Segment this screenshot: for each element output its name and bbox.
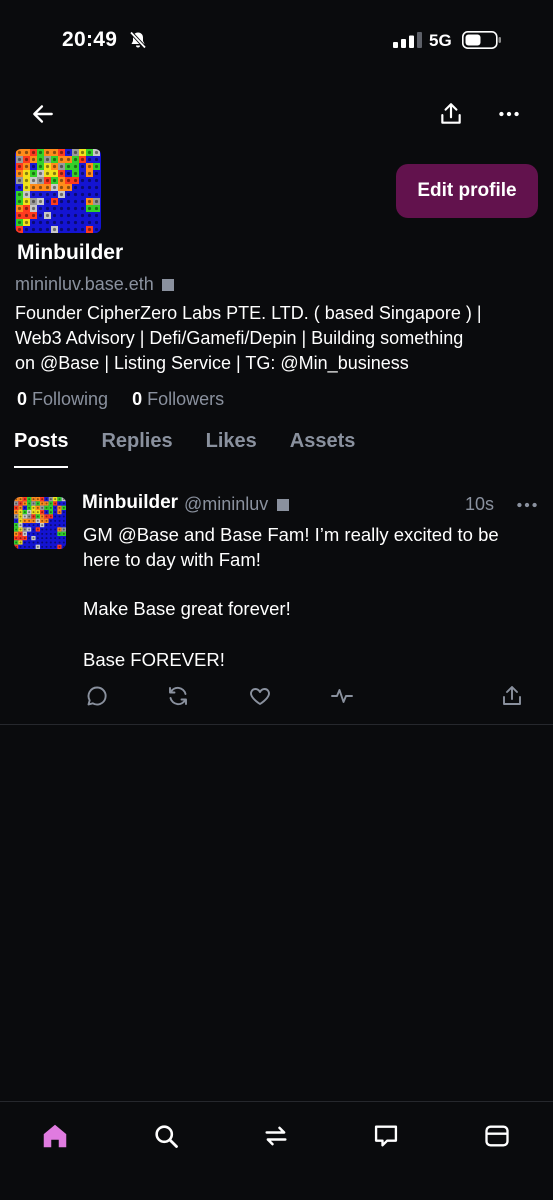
- wallet-icon[interactable]: [481, 1120, 513, 1152]
- post-more-icon[interactable]: [512, 493, 542, 517]
- search-icon[interactable]: [150, 1120, 182, 1152]
- followers-link[interactable]: 0 Followers: [132, 389, 224, 410]
- post-text: Base FOREVER!: [83, 649, 225, 670]
- following-label: Following: [32, 389, 109, 409]
- post-text: GM @Base and Base Fam! I’m really excite…: [83, 524, 499, 570]
- bio-line: Web3 Advisory | Defi/Gamefi/Depin | Buil…: [15, 328, 464, 348]
- network-type: 5G: [429, 31, 452, 50]
- post-handle-text: @mininluv: [184, 494, 269, 514]
- post-handle: @mininluv: [184, 494, 290, 515]
- tab-likes[interactable]: Likes: [206, 430, 257, 468]
- badge-icon: [277, 498, 290, 511]
- chat-icon[interactable]: [370, 1120, 402, 1152]
- badge-icon: [161, 278, 174, 291]
- follow-stats: 0 Following 0 Followers: [17, 389, 224, 410]
- divider: [0, 1101, 553, 1102]
- more-icon[interactable]: [492, 97, 526, 131]
- stats-icon[interactable]: [329, 683, 355, 709]
- status-time: 20:49: [62, 28, 118, 51]
- following-count: 0: [17, 389, 28, 409]
- swap-icon[interactable]: [260, 1120, 292, 1152]
- tab-assets[interactable]: Assets: [290, 430, 356, 468]
- tab-replies[interactable]: Replies: [101, 430, 172, 468]
- post-text: Make Base great forever!: [83, 598, 291, 619]
- bio-line: Founder CipherZero Labs PTE. LTD. ( base…: [15, 303, 482, 323]
- battery-icon: [462, 31, 502, 49]
- post-author[interactable]: Minbuilder: [82, 492, 178, 514]
- signal-icon: [393, 32, 423, 48]
- tab-posts[interactable]: Posts: [14, 430, 69, 468]
- divider: [0, 724, 553, 725]
- share-icon[interactable]: [499, 683, 525, 709]
- followers-label: Followers: [147, 389, 225, 409]
- status-bar: 20:49 5G: [0, 0, 553, 84]
- post-avatar[interactable]: [14, 497, 66, 549]
- following-link[interactable]: 0 Following: [17, 389, 108, 410]
- post-timestamp: 10s: [465, 494, 495, 514]
- profile-bio: Founder CipherZero Labs PTE. LTD. ( base…: [15, 301, 540, 376]
- recast-icon[interactable]: [165, 683, 191, 709]
- profile-display-name: Minbuilder: [17, 241, 124, 264]
- home-icon[interactable]: [39, 1120, 71, 1152]
- bell-off-icon: [128, 30, 148, 50]
- like-icon[interactable]: [247, 683, 273, 709]
- profile-handle-text: mininluv.base.eth: [15, 274, 154, 294]
- reply-icon[interactable]: [84, 683, 110, 709]
- profile-handle: mininluv.base.eth: [15, 274, 174, 295]
- share-icon[interactable]: [434, 97, 468, 131]
- back-arrow-icon[interactable]: [26, 97, 60, 131]
- followers-count: 0: [132, 389, 143, 409]
- edit-profile-button[interactable]: Edit profile: [396, 164, 538, 218]
- bio-line: on @Base | Listing Service | TG: @Min_bu…: [15, 353, 409, 373]
- profile-tabs: Posts Replies Likes Assets: [14, 430, 388, 470]
- avatar[interactable]: [15, 149, 101, 233]
